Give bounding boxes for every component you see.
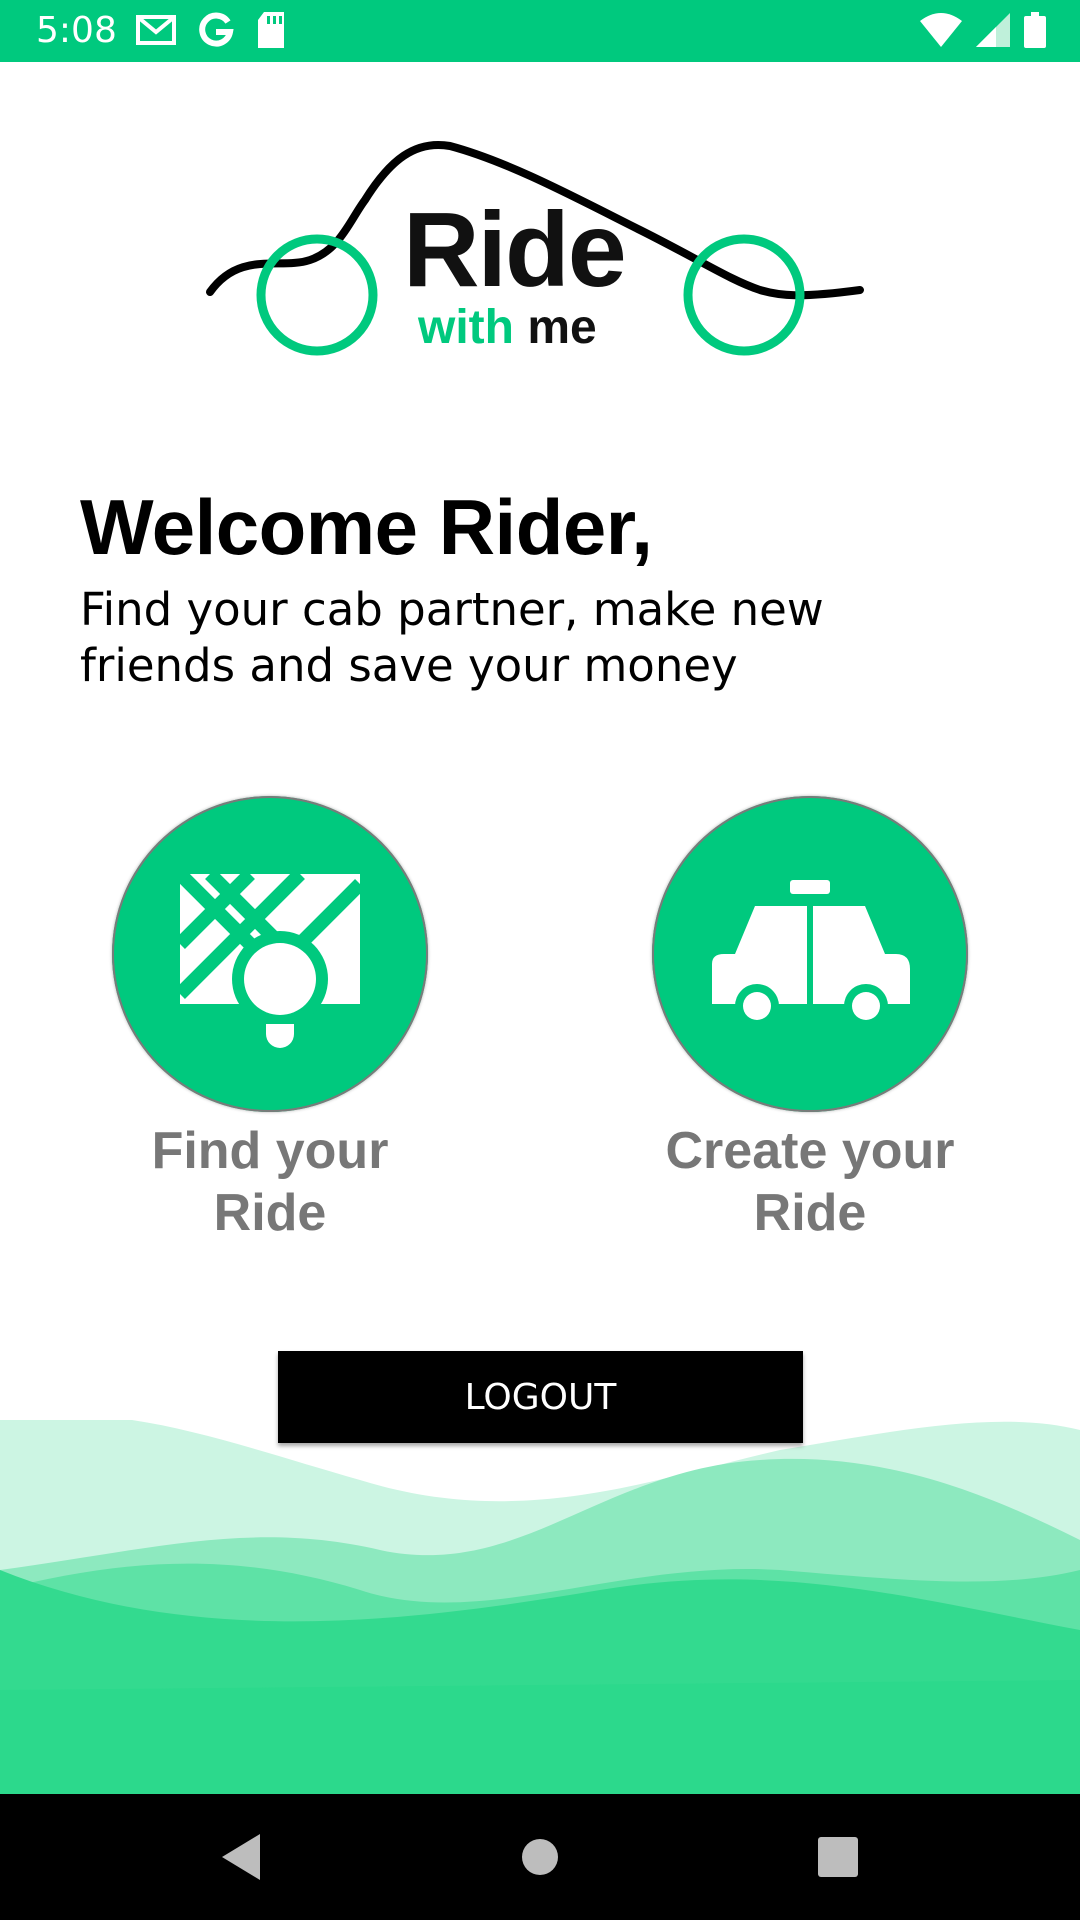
status-right-icons: [920, 12, 1046, 53]
create-ride-label: Create your Ride: [610, 1120, 1010, 1244]
logo-subline: with me: [418, 300, 597, 355]
logo-word-ride: Ride: [403, 191, 627, 309]
wave-background: [0, 1420, 1080, 1794]
welcome-title: Welcome Rider,: [80, 483, 653, 571]
create-ride-button[interactable]: [652, 796, 968, 1112]
find-ride-option[interactable]: Find your Ride: [110, 796, 430, 1244]
logo-word-me: me: [527, 301, 597, 354]
status-left-icons: [136, 12, 286, 53]
gmail-icon: [136, 14, 176, 51]
create-ride-option[interactable]: Create your Ride: [650, 796, 970, 1244]
find-ride-button[interactable]: [112, 796, 428, 1112]
system-nav-bar: [0, 1794, 1080, 1920]
recents-button[interactable]: [778, 1794, 898, 1920]
welcome-subtitle: Find your cab partner, make new friends …: [80, 583, 824, 692]
create-ride-label-line1: Create your: [665, 1122, 955, 1180]
taxi-icon: [712, 880, 910, 1028]
recents-icon: [818, 1837, 858, 1877]
ride-with-me-logo: Ride with me: [200, 130, 880, 370]
back-icon: [222, 1834, 260, 1880]
google-icon: [198, 12, 234, 53]
home-icon: [522, 1839, 558, 1875]
create-ride-label-line2: Ride: [753, 1184, 867, 1242]
find-ride-label-line1: Find your: [151, 1122, 389, 1180]
status-time: 5:08: [36, 10, 117, 51]
back-button[interactable]: [180, 1794, 300, 1920]
status-bar: 5:08: [0, 0, 1080, 62]
map-pin-icon: [180, 874, 360, 1048]
find-ride-label: Find your Ride: [110, 1120, 430, 1244]
find-ride-label-line2: Ride: [213, 1184, 327, 1242]
battery-icon: [1024, 12, 1046, 53]
logo-word-with: with: [418, 301, 514, 354]
home-button[interactable]: [480, 1794, 600, 1920]
cell-signal-icon: [976, 13, 1010, 52]
sd-card-icon: [256, 12, 286, 53]
wifi-icon: [920, 13, 962, 52]
logout-button[interactable]: LOGOUT: [278, 1351, 803, 1443]
